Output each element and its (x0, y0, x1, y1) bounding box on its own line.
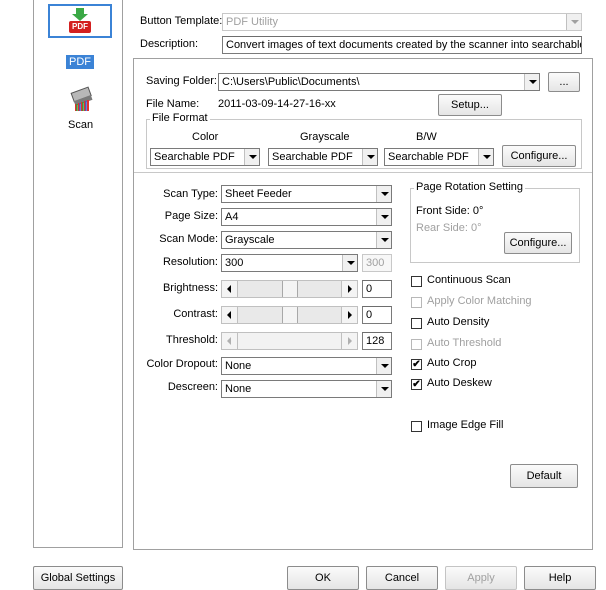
format-configure-button[interactable]: Configure... (502, 145, 576, 167)
file-format-title: File Format (150, 112, 210, 124)
scan-mode-select[interactable]: Grayscale (221, 231, 392, 249)
auto-density-label: Auto Density (427, 316, 490, 328)
threshold-label: Threshold: (166, 334, 218, 346)
auto-deskew-label: Auto Deskew (427, 377, 492, 389)
arrow-left-icon[interactable] (222, 281, 238, 297)
saving-folder-label: Saving Folder: (146, 75, 217, 87)
description-label: Description: (140, 38, 199, 50)
template-item-pdf[interactable]: PDF (48, 4, 112, 38)
scan-mode-label: Scan Mode: (159, 233, 218, 245)
chevron-down-icon (376, 381, 391, 397)
continuous-scan-label: Continuous Scan (427, 274, 511, 286)
threshold-value-field[interactable]: 128 (362, 332, 392, 350)
check-icon: ✔ (412, 359, 421, 370)
resolution-label: Resolution: (162, 256, 218, 268)
description-field[interactable]: Convert images of text documents created… (222, 36, 582, 54)
rotation-configure-button[interactable]: Configure... (504, 232, 572, 254)
contrast-slider[interactable] (221, 306, 358, 324)
apply-button[interactable]: Apply (445, 566, 517, 590)
auto-crop-label: Auto Crop (427, 357, 477, 369)
button-template-select[interactable]: PDF Utility (222, 13, 582, 31)
resolution-secondary-field: 300 (362, 254, 392, 272)
chevron-down-icon (566, 14, 581, 30)
scan-type-label: Scan Type: (163, 188, 218, 200)
auto-density-checkbox[interactable] (411, 318, 422, 329)
format-color-select[interactable]: Searchable PDF (150, 148, 260, 166)
button-template-label: Button Template: (140, 15, 223, 27)
format-color-label: Color (192, 131, 219, 143)
color-dropout-select[interactable]: None (221, 357, 392, 375)
cancel-button[interactable]: Cancel (366, 566, 438, 590)
brightness-value-field[interactable]: 0 (362, 280, 392, 298)
template-label-pdf[interactable]: PDF (66, 55, 94, 69)
front-side-label: Front Side: 0° (416, 205, 484, 217)
chevron-down-icon (524, 74, 539, 90)
chevron-down-icon (342, 255, 357, 271)
arrow-right-icon[interactable] (341, 281, 357, 297)
contrast-value-field[interactable]: 0 (362, 306, 392, 324)
brightness-slider[interactable] (221, 280, 358, 298)
chevron-down-icon (244, 149, 259, 165)
brightness-label: Brightness: (162, 282, 218, 294)
template-item-scan[interactable]: Scan (58, 82, 102, 132)
rear-side-label: Rear Side: 0° (416, 222, 482, 234)
descreen-select[interactable]: None (221, 380, 392, 398)
chevron-down-icon (376, 186, 391, 202)
format-bw-label: B/W (416, 131, 437, 143)
settings-divider (134, 172, 592, 173)
format-grayscale-select[interactable]: Searchable PDF (268, 148, 378, 166)
arrow-left-icon[interactable] (222, 333, 238, 349)
browse-folder-button[interactable]: ... (548, 72, 580, 92)
apply-color-matching-label: Apply Color Matching (427, 295, 532, 307)
help-button[interactable]: Help (524, 566, 596, 590)
image-edge-fill-label: Image Edge Fill (427, 419, 504, 431)
page-size-label: Page Size: (164, 210, 218, 222)
contrast-label: Contrast: (173, 308, 218, 320)
color-dropout-label: Color Dropout: (146, 358, 218, 370)
arrow-right-icon[interactable] (341, 307, 357, 323)
check-icon: ✔ (412, 379, 421, 390)
chevron-down-icon (362, 149, 377, 165)
threshold-slider[interactable] (221, 332, 358, 350)
chevron-down-icon (376, 209, 391, 225)
scanner-icon (68, 84, 96, 112)
file-name-setup-button[interactable]: Setup... (438, 94, 502, 116)
chevron-down-icon (376, 358, 391, 374)
continuous-scan-checkbox[interactable] (411, 276, 422, 287)
page-rotation-title: Page Rotation Setting (414, 181, 526, 193)
file-name-value: 2011-03-09-14-27-16-xx (218, 98, 336, 110)
chevron-down-icon (478, 149, 493, 165)
image-edge-fill-checkbox[interactable] (411, 421, 422, 432)
chevron-down-icon (376, 232, 391, 248)
auto-crop-checkbox[interactable]: ✔ (411, 359, 422, 370)
ok-button[interactable]: OK (287, 566, 359, 590)
arrow-left-icon[interactable] (222, 307, 238, 323)
arrow-right-icon[interactable] (341, 333, 357, 349)
auto-threshold-label: Auto Threshold (427, 337, 502, 349)
auto-threshold-checkbox[interactable] (411, 339, 422, 350)
slider-thumb[interactable] (282, 281, 298, 297)
scan-type-select[interactable]: Sheet Feeder (221, 185, 392, 203)
pdf-icon: PDF (67, 8, 93, 34)
page-size-select[interactable]: A4 (221, 208, 392, 226)
apply-color-matching-checkbox[interactable] (411, 297, 422, 308)
slider-thumb[interactable] (282, 307, 298, 323)
format-grayscale-label: Grayscale (300, 131, 350, 143)
descreen-label: Descreen: (167, 381, 218, 393)
template-label-scan: Scan (68, 119, 94, 131)
saving-folder-select[interactable]: C:\Users\Public\Documents\ (218, 73, 540, 91)
file-name-label: File Name: (146, 98, 200, 110)
default-button[interactable]: Default (510, 464, 578, 488)
resolution-select[interactable]: 300 (221, 254, 358, 272)
format-bw-select[interactable]: Searchable PDF (384, 148, 494, 166)
auto-deskew-checkbox[interactable]: ✔ (411, 379, 422, 390)
global-settings-button[interactable]: Global Settings (33, 566, 123, 590)
